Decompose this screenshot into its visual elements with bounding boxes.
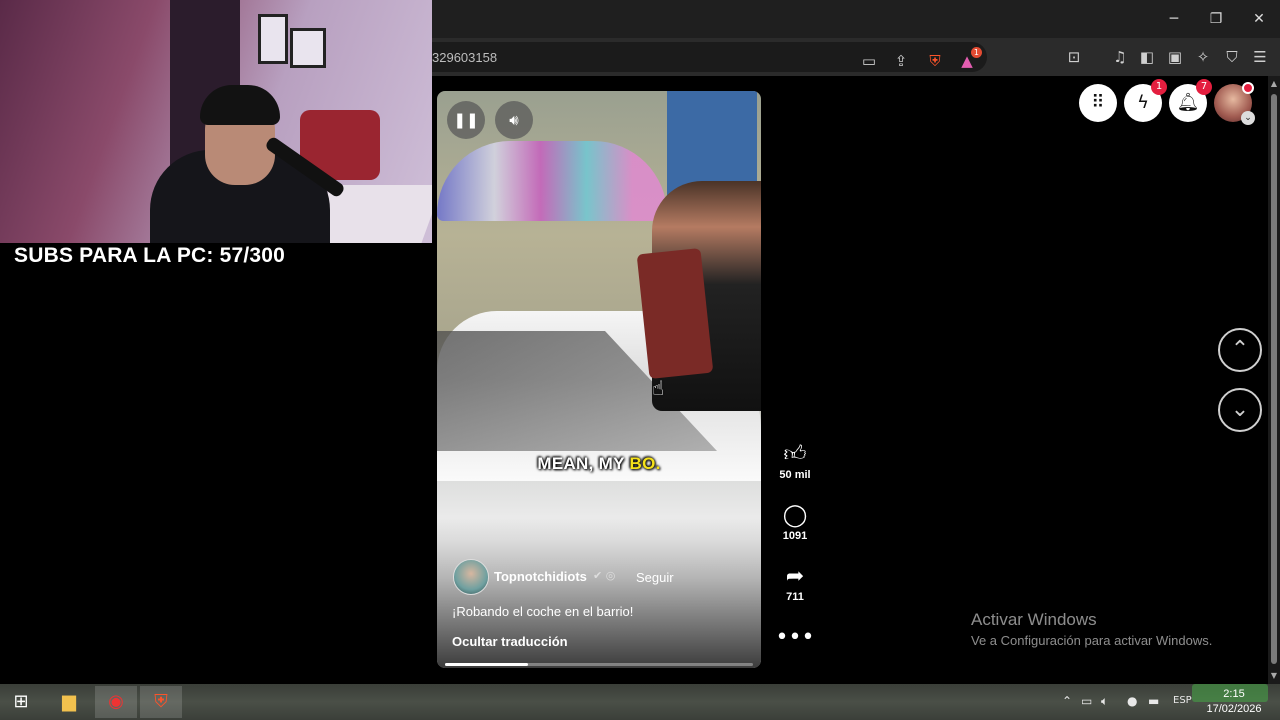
brave-shields-icon[interactable]: ⛨ [925, 51, 945, 71]
notifications-badge: 7 [1196, 79, 1212, 95]
menu-grid-button[interactable]: ⠿ [1079, 84, 1117, 122]
video-progress-bar[interactable] [445, 663, 753, 666]
microphone-icon[interactable]: ● [1127, 694, 1137, 708]
activate-windows-title: Activar Windows [971, 610, 1097, 629]
volume-button[interactable]: 🔊︎ [495, 101, 533, 139]
chevron-down-icon[interactable]: ⌄ [1241, 111, 1255, 125]
page-scrollbar[interactable]: ▲ ▼ [1268, 76, 1280, 684]
rewards-badge: 1 [970, 47, 982, 58]
media-icon[interactable]: ♫ [1110, 47, 1130, 67]
video-gas-can [636, 247, 714, 380]
address-bar[interactable]: 329603158 ▭ ⇪ ⛨ ▲ 1 [432, 42, 987, 72]
comment-count: 1091 [782, 530, 808, 542]
activate-windows-watermark: Activar Windows Ve a Configuración para … [971, 610, 1212, 648]
brave-app-button[interactable]: ⛨ [140, 686, 182, 718]
scroll-up-icon[interactable]: ▲ [1268, 78, 1280, 90]
browser-titlebar: ─ ❐ ✕ [432, 0, 1280, 38]
more-icon: ••• [775, 625, 815, 650]
like-button[interactable]: 👍︎ 50 mil [770, 442, 820, 481]
start-button[interactable]: ⊞ [0, 686, 42, 718]
taskbar-clock[interactable]: 2:15 17/02/2026 [1196, 687, 1272, 717]
brave-icon: ⛨ [154, 691, 168, 712]
video-description: ¡Robando el coche en el barrio! [452, 604, 634, 619]
video-caption: MEAN, MY BO. [437, 454, 761, 474]
menu-icon[interactable]: ☰ [1250, 47, 1270, 67]
cast-icon[interactable]: ▭ [859, 51, 879, 71]
scroll-down-icon[interactable]: ▼ [1268, 670, 1280, 682]
more-options-button[interactable]: ••• [770, 625, 820, 651]
like-count: 50 mil [779, 469, 811, 481]
reel-video[interactable]: ❚❚ 🔊︎ MEAN, MY BO. Topnotchidiots ✔ ◎ Se… [437, 91, 761, 668]
video-umbrella [437, 141, 667, 221]
verified-icon: ✔ ◎ [593, 569, 616, 582]
mouse-cursor-icon: ☝ [652, 376, 665, 400]
minimize-button[interactable]: ─ [1162, 8, 1186, 30]
thumbs-up-icon: 👍︎ [783, 442, 807, 467]
webcam-wall-frame [290, 28, 326, 68]
windows-logo-icon: ⊞ [13, 691, 29, 712]
notifications-button[interactable]: 🔔︎ 7 [1169, 79, 1212, 122]
author-name[interactable]: Topnotchidiots [494, 569, 587, 584]
battery-icon[interactable]: ▬ [1148, 694, 1159, 708]
share-button[interactable]: ➦ 711 [770, 564, 820, 603]
windows-taskbar: ⊞ ▆ ◉ ⛨ ⌃ ▭ 🔈︎ ● ▬ ESP 2:15 17/02/2026 [0, 684, 1280, 720]
obs-app-button[interactable]: ◉ [95, 686, 137, 718]
pause-button[interactable]: ❚❚ [447, 101, 485, 139]
next-reel-button[interactable]: ⌄ [1218, 388, 1262, 432]
share-arrow-icon: ➦ [785, 564, 805, 589]
previous-reel-button[interactable]: ⌃ [1218, 328, 1262, 372]
webcam-wall-frame [258, 14, 288, 64]
leo-ai-icon[interactable]: ✧ [1193, 47, 1213, 67]
tab-search-icon[interactable]: ⊡ [1064, 47, 1084, 67]
caption-text: MEAN, MY [537, 454, 630, 473]
clock-date: 17/02/2026 [1206, 703, 1262, 715]
brave-rewards-icon[interactable]: ▲ 1 [957, 47, 982, 71]
video-progress-fill [445, 663, 529, 666]
volume-icon[interactable]: 🔈︎ [1101, 694, 1108, 709]
messenger-badge: 1 [1151, 79, 1167, 95]
webcam-person-hair [200, 85, 280, 125]
activate-windows-subtitle: Ve a Configuración para activar Windows. [971, 633, 1213, 648]
profile-status-dot [1242, 82, 1254, 94]
language-indicator[interactable]: ESP [1173, 695, 1192, 706]
share-count: 711 [786, 591, 804, 603]
webcam-overlay [0, 0, 432, 243]
follow-button[interactable]: Seguir [636, 570, 674, 585]
file-explorer-button[interactable]: ▆ [48, 686, 90, 718]
profile-avatar[interactable]: ⌄ [1214, 82, 1255, 125]
comment-button[interactable]: ◯ 1091 [770, 503, 820, 542]
caption-highlight: BO. [629, 454, 661, 473]
author-avatar[interactable] [453, 559, 489, 595]
comment-icon: ◯ [782, 503, 808, 528]
browser-toolbar: 329603158 ▭ ⇪ ⛨ ▲ 1 ⊡ ♫ ◧ ▣ ✧ ⛉ ☰ [432, 38, 1280, 76]
obs-icon: ◉ [108, 691, 124, 712]
messenger-button[interactable]: ϟ1 [1124, 79, 1167, 122]
messenger-icon: ϟ [1137, 92, 1149, 113]
close-button[interactable]: ✕ [1247, 8, 1271, 30]
scroll-thumb[interactable] [1271, 94, 1277, 664]
folder-icon: ▆ [62, 691, 76, 712]
bell-icon: 🔔︎ [1176, 92, 1200, 113]
chevron-up-icon: ⌃ [1230, 337, 1250, 362]
subs-counter: SUBS PARA LA PC: 57/300 [14, 244, 286, 267]
clock-time: 2:15 [1223, 688, 1245, 700]
vpn-icon[interactable]: ⛉ [1222, 47, 1242, 67]
grid-icon: ⠿ [1091, 92, 1105, 113]
chevron-down-icon: ⌄ [1230, 397, 1250, 422]
sidebar-icon[interactable]: ◧ [1137, 47, 1157, 67]
hide-translation-link[interactable]: Ocultar traducción [452, 634, 568, 649]
network-icon[interactable]: ▭ [1081, 694, 1092, 708]
wallet-icon[interactable]: ▣ [1165, 47, 1185, 67]
restore-button[interactable]: ❐ [1204, 8, 1228, 30]
url-text: 329603158 [432, 50, 498, 65]
share-icon[interactable]: ⇪ [891, 51, 911, 71]
tray-expand-icon[interactable]: ⌃ [1062, 694, 1072, 708]
